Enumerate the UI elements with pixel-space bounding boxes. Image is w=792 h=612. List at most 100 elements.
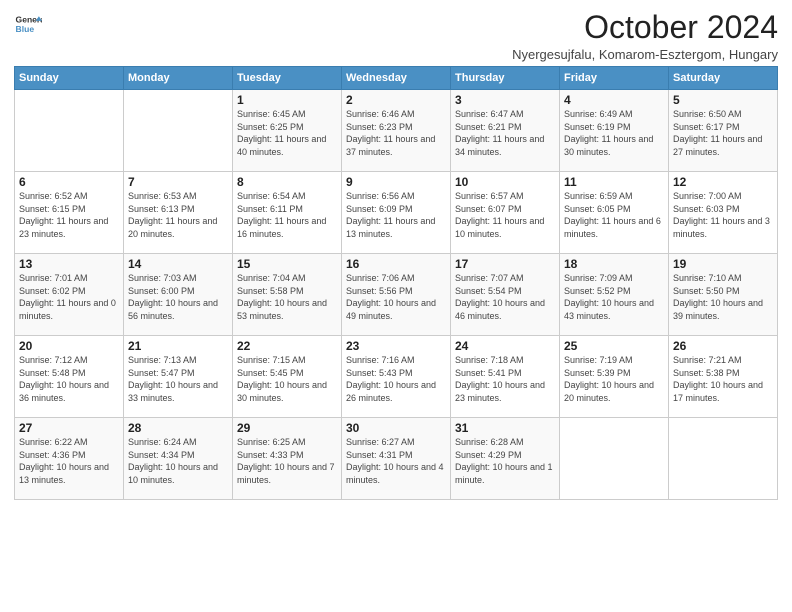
day-number: 15 (237, 257, 337, 271)
calendar-cell: 12Sunrise: 7:00 AM Sunset: 6:03 PM Dayli… (669, 172, 778, 254)
day-detail: Sunrise: 6:56 AM Sunset: 6:09 PM Dayligh… (346, 190, 446, 240)
calendar-cell: 25Sunrise: 7:19 AM Sunset: 5:39 PM Dayli… (560, 336, 669, 418)
day-number: 22 (237, 339, 337, 353)
day-number: 10 (455, 175, 555, 189)
day-number: 12 (673, 175, 773, 189)
day-detail: Sunrise: 7:12 AM Sunset: 5:48 PM Dayligh… (19, 354, 119, 404)
calendar-cell: 30Sunrise: 6:27 AM Sunset: 4:31 PM Dayli… (342, 418, 451, 500)
calendar-cell: 24Sunrise: 7:18 AM Sunset: 5:41 PM Dayli… (451, 336, 560, 418)
day-detail: Sunrise: 7:06 AM Sunset: 5:56 PM Dayligh… (346, 272, 446, 322)
day-number: 27 (19, 421, 119, 435)
day-number: 17 (455, 257, 555, 271)
day-detail: Sunrise: 6:46 AM Sunset: 6:23 PM Dayligh… (346, 108, 446, 158)
day-number: 11 (564, 175, 664, 189)
day-detail: Sunrise: 6:57 AM Sunset: 6:07 PM Dayligh… (455, 190, 555, 240)
calendar-week-1: 1Sunrise: 6:45 AM Sunset: 6:25 PM Daylig… (15, 90, 778, 172)
day-detail: Sunrise: 7:15 AM Sunset: 5:45 PM Dayligh… (237, 354, 337, 404)
day-number: 14 (128, 257, 228, 271)
calendar-week-2: 6Sunrise: 6:52 AM Sunset: 6:15 PM Daylig… (15, 172, 778, 254)
day-number: 29 (237, 421, 337, 435)
day-number: 21 (128, 339, 228, 353)
calendar-header-tuesday: Tuesday (233, 67, 342, 90)
day-detail: Sunrise: 7:03 AM Sunset: 6:00 PM Dayligh… (128, 272, 228, 322)
day-detail: Sunrise: 6:47 AM Sunset: 6:21 PM Dayligh… (455, 108, 555, 158)
day-number: 5 (673, 93, 773, 107)
calendar-cell: 26Sunrise: 7:21 AM Sunset: 5:38 PM Dayli… (669, 336, 778, 418)
calendar-header-wednesday: Wednesday (342, 67, 451, 90)
svg-text:Blue: Blue (16, 24, 35, 34)
day-detail: Sunrise: 7:10 AM Sunset: 5:50 PM Dayligh… (673, 272, 773, 322)
calendar-cell: 28Sunrise: 6:24 AM Sunset: 4:34 PM Dayli… (124, 418, 233, 500)
month-title: October 2024 (512, 10, 778, 45)
calendar-cell: 6Sunrise: 6:52 AM Sunset: 6:15 PM Daylig… (15, 172, 124, 254)
day-number: 18 (564, 257, 664, 271)
calendar-cell: 7Sunrise: 6:53 AM Sunset: 6:13 PM Daylig… (124, 172, 233, 254)
day-number: 9 (346, 175, 446, 189)
calendar-cell: 3Sunrise: 6:47 AM Sunset: 6:21 PM Daylig… (451, 90, 560, 172)
calendar-cell: 13Sunrise: 7:01 AM Sunset: 6:02 PM Dayli… (15, 254, 124, 336)
calendar-cell (124, 90, 233, 172)
calendar-cell (669, 418, 778, 500)
day-detail: Sunrise: 7:18 AM Sunset: 5:41 PM Dayligh… (455, 354, 555, 404)
calendar-week-5: 27Sunrise: 6:22 AM Sunset: 4:36 PM Dayli… (15, 418, 778, 500)
header: General Blue October 2024 Nyergesujfalu,… (14, 10, 778, 62)
calendar-cell: 27Sunrise: 6:22 AM Sunset: 4:36 PM Dayli… (15, 418, 124, 500)
day-detail: Sunrise: 6:45 AM Sunset: 6:25 PM Dayligh… (237, 108, 337, 158)
calendar-cell: 20Sunrise: 7:12 AM Sunset: 5:48 PM Dayli… (15, 336, 124, 418)
calendar-cell: 19Sunrise: 7:10 AM Sunset: 5:50 PM Dayli… (669, 254, 778, 336)
day-number: 7 (128, 175, 228, 189)
calendar-cell: 8Sunrise: 6:54 AM Sunset: 6:11 PM Daylig… (233, 172, 342, 254)
day-number: 23 (346, 339, 446, 353)
day-detail: Sunrise: 6:25 AM Sunset: 4:33 PM Dayligh… (237, 436, 337, 486)
calendar-cell: 23Sunrise: 7:16 AM Sunset: 5:43 PM Dayli… (342, 336, 451, 418)
day-number: 2 (346, 93, 446, 107)
calendar-header-friday: Friday (560, 67, 669, 90)
calendar-cell: 9Sunrise: 6:56 AM Sunset: 6:09 PM Daylig… (342, 172, 451, 254)
day-number: 31 (455, 421, 555, 435)
calendar-cell: 21Sunrise: 7:13 AM Sunset: 5:47 PM Dayli… (124, 336, 233, 418)
calendar-cell: 18Sunrise: 7:09 AM Sunset: 5:52 PM Dayli… (560, 254, 669, 336)
calendar-cell: 5Sunrise: 6:50 AM Sunset: 6:17 PM Daylig… (669, 90, 778, 172)
day-number: 3 (455, 93, 555, 107)
title-block: October 2024 Nyergesujfalu, Komarom-Eszt… (512, 10, 778, 62)
calendar-week-3: 13Sunrise: 7:01 AM Sunset: 6:02 PM Dayli… (15, 254, 778, 336)
calendar-cell (15, 90, 124, 172)
calendar: SundayMondayTuesdayWednesdayThursdayFrid… (14, 66, 778, 500)
day-number: 16 (346, 257, 446, 271)
day-detail: Sunrise: 7:04 AM Sunset: 5:58 PM Dayligh… (237, 272, 337, 322)
day-number: 26 (673, 339, 773, 353)
day-detail: Sunrise: 7:00 AM Sunset: 6:03 PM Dayligh… (673, 190, 773, 240)
logo: General Blue (14, 10, 42, 38)
day-detail: Sunrise: 6:53 AM Sunset: 6:13 PM Dayligh… (128, 190, 228, 240)
calendar-cell: 15Sunrise: 7:04 AM Sunset: 5:58 PM Dayli… (233, 254, 342, 336)
calendar-cell (560, 418, 669, 500)
day-detail: Sunrise: 6:27 AM Sunset: 4:31 PM Dayligh… (346, 436, 446, 486)
calendar-header-saturday: Saturday (669, 67, 778, 90)
calendar-header-thursday: Thursday (451, 67, 560, 90)
day-detail: Sunrise: 7:16 AM Sunset: 5:43 PM Dayligh… (346, 354, 446, 404)
day-number: 30 (346, 421, 446, 435)
day-detail: Sunrise: 7:07 AM Sunset: 5:54 PM Dayligh… (455, 272, 555, 322)
day-detail: Sunrise: 6:59 AM Sunset: 6:05 PM Dayligh… (564, 190, 664, 240)
calendar-header-monday: Monday (124, 67, 233, 90)
location: Nyergesujfalu, Komarom-Esztergom, Hungar… (512, 47, 778, 62)
day-detail: Sunrise: 6:54 AM Sunset: 6:11 PM Dayligh… (237, 190, 337, 240)
calendar-cell: 1Sunrise: 6:45 AM Sunset: 6:25 PM Daylig… (233, 90, 342, 172)
calendar-cell: 29Sunrise: 6:25 AM Sunset: 4:33 PM Dayli… (233, 418, 342, 500)
day-detail: Sunrise: 6:24 AM Sunset: 4:34 PM Dayligh… (128, 436, 228, 486)
day-number: 19 (673, 257, 773, 271)
day-number: 28 (128, 421, 228, 435)
day-detail: Sunrise: 6:22 AM Sunset: 4:36 PM Dayligh… (19, 436, 119, 486)
day-number: 24 (455, 339, 555, 353)
day-detail: Sunrise: 6:28 AM Sunset: 4:29 PM Dayligh… (455, 436, 555, 486)
day-detail: Sunrise: 6:49 AM Sunset: 6:19 PM Dayligh… (564, 108, 664, 158)
day-detail: Sunrise: 7:19 AM Sunset: 5:39 PM Dayligh… (564, 354, 664, 404)
calendar-cell: 4Sunrise: 6:49 AM Sunset: 6:19 PM Daylig… (560, 90, 669, 172)
day-detail: Sunrise: 7:13 AM Sunset: 5:47 PM Dayligh… (128, 354, 228, 404)
day-number: 25 (564, 339, 664, 353)
day-detail: Sunrise: 7:09 AM Sunset: 5:52 PM Dayligh… (564, 272, 664, 322)
calendar-header-row: SundayMondayTuesdayWednesdayThursdayFrid… (15, 67, 778, 90)
calendar-header-sunday: Sunday (15, 67, 124, 90)
day-number: 4 (564, 93, 664, 107)
logo-icon: General Blue (14, 10, 42, 38)
